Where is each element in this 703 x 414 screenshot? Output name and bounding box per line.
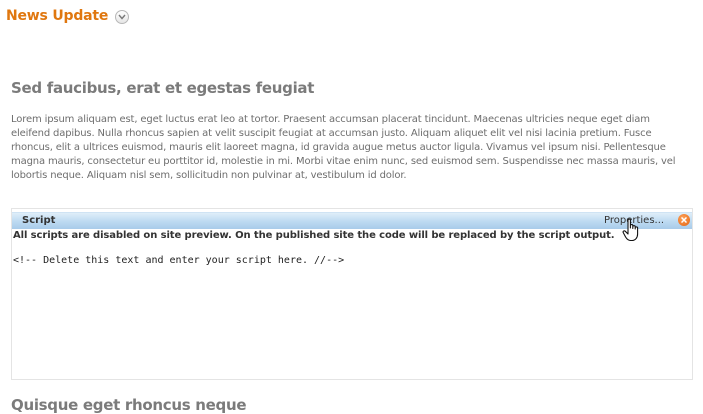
script-preview-warning: All scripts are disabled on site preview…	[13, 230, 615, 241]
chevron-down-icon[interactable]	[115, 10, 129, 24]
article-paragraph: Lorem ipsum aliquam est, eget luctus era…	[11, 114, 676, 181]
close-icon[interactable]	[678, 214, 690, 226]
next-section-heading: Quisque eget rhoncus neque	[11, 396, 247, 414]
script-code[interactable]: <!-- Delete this text and enter your scr…	[13, 255, 344, 266]
script-widget-header: Script Properties...	[12, 212, 692, 229]
script-label: Script	[22, 215, 56, 226]
hand-cursor-icon	[622, 218, 642, 242]
article-heading: Sed faucibus, erat et egestas feugiat	[11, 79, 315, 97]
news-update-title: News Update	[6, 8, 109, 24]
script-widget[interactable]: Script Properties... All scripts are dis…	[11, 208, 693, 380]
